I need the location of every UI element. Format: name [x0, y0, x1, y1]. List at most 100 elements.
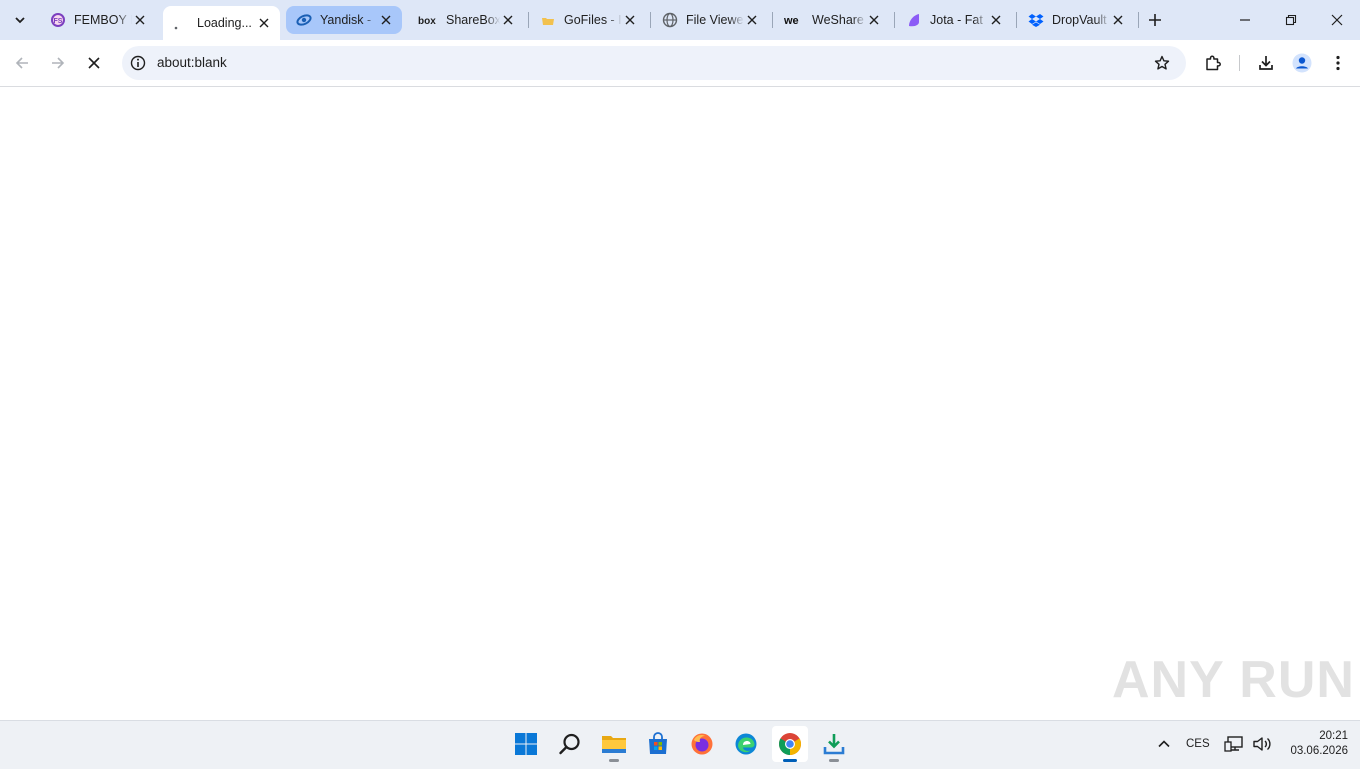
- tab-search-button[interactable]: [6, 6, 34, 34]
- downloads-icon: [823, 734, 845, 755]
- firefox-button[interactable]: [684, 726, 720, 762]
- address-bar-url[interactable]: about:blank: [157, 54, 227, 72]
- fs-icon: FS: [50, 12, 66, 28]
- profile-button[interactable]: [1288, 49, 1316, 77]
- search-icon: [559, 733, 580, 755]
- globe-icon: [662, 12, 678, 28]
- back-button[interactable]: [8, 49, 36, 77]
- tab-separator: [1138, 12, 1139, 28]
- tab-title: Yandisk -: [320, 13, 372, 27]
- show-hidden-icons-button[interactable]: [1150, 730, 1178, 758]
- store-icon: [649, 732, 667, 754]
- clock-date: 03.06.2026: [1290, 745, 1348, 757]
- chrome-icon: [779, 733, 801, 755]
- page-content[interactable]: [0, 87, 1360, 720]
- new-tab-button[interactable]: [1141, 6, 1169, 34]
- site-info-button[interactable]: [124, 49, 152, 77]
- tab-yandisk[interactable]: Yandisk -: [286, 6, 402, 34]
- running-indicator: [783, 759, 797, 762]
- chevron-down-icon: [15, 17, 25, 24]
- we-icon: we: [784, 12, 804, 28]
- download-icon: [1259, 56, 1273, 70]
- loading-dot-icon: [173, 15, 189, 31]
- volume-icon: [1253, 737, 1271, 751]
- tab-separator: [650, 12, 651, 28]
- forward-button[interactable]: [44, 49, 72, 77]
- tab-femboy[interactable]: FS FEMBOY I: [40, 6, 156, 34]
- tab-sharebox[interactable]: box ShareBox: [408, 6, 524, 34]
- tab-title: Jota - Fat: [930, 13, 983, 27]
- more-vertical-icon: [1336, 55, 1340, 71]
- store-button[interactable]: [640, 726, 676, 762]
- edge-button[interactable]: [728, 726, 764, 762]
- box-icon: box: [418, 12, 438, 28]
- close-window-button[interactable]: [1323, 6, 1351, 34]
- menu-button[interactable]: [1324, 49, 1352, 77]
- search-button[interactable]: [552, 726, 588, 762]
- minimize-icon: [1240, 19, 1250, 21]
- svg-text:FS: FS: [54, 18, 63, 25]
- tab-title: File Viewe: [686, 13, 744, 27]
- minimize-button[interactable]: [1231, 6, 1259, 34]
- close-icon[interactable]: [132, 12, 148, 28]
- jota-icon: [906, 12, 922, 28]
- avatar-icon: [1292, 53, 1312, 73]
- edge-icon: [735, 733, 757, 755]
- downloads-button[interactable]: [1252, 49, 1280, 77]
- tab-title: ShareBox: [446, 13, 500, 27]
- tab-loading[interactable]: Loading...: [163, 6, 280, 40]
- close-icon[interactable]: [256, 15, 272, 31]
- close-icon[interactable]: [744, 12, 760, 28]
- tab-jota[interactable]: Jota - Fat: [896, 6, 1012, 34]
- info-icon: [130, 55, 146, 71]
- file-explorer-button[interactable]: [596, 726, 632, 762]
- restore-icon: [1285, 14, 1297, 26]
- tab-title: GoFiles - I: [564, 13, 622, 27]
- extensions-button[interactable]: [1199, 49, 1227, 77]
- stop-loading-button[interactable]: [80, 49, 108, 77]
- tab-dropvault[interactable]: DropVault: [1018, 6, 1134, 34]
- tab-file-viewer[interactable]: File Viewe: [652, 6, 768, 34]
- restore-button[interactable]: [1277, 6, 1305, 34]
- running-indicator: [829, 759, 839, 762]
- tab-title: DropVault: [1052, 13, 1107, 27]
- address-bar[interactable]: [122, 46, 1186, 80]
- chrome-button[interactable]: [772, 726, 808, 762]
- close-icon[interactable]: [500, 12, 516, 28]
- dropbox-icon: [1028, 12, 1044, 28]
- arrow-right-icon: [52, 57, 65, 69]
- star-icon: [1154, 55, 1170, 70]
- plus-icon: [1149, 14, 1161, 26]
- tab-separator: [772, 12, 773, 28]
- puzzle-icon: [1206, 55, 1221, 71]
- close-icon[interactable]: [866, 12, 882, 28]
- start-button[interactable]: [508, 726, 544, 762]
- bookmark-button[interactable]: [1148, 49, 1176, 77]
- close-icon[interactable]: [622, 12, 638, 28]
- tab-separator: [528, 12, 529, 28]
- tab-weshare[interactable]: we WeShare: [774, 6, 890, 34]
- close-icon[interactable]: [988, 12, 1004, 28]
- tab-separator: [894, 12, 895, 28]
- file-explorer-icon: [602, 736, 626, 753]
- tab-separator: [1016, 12, 1017, 28]
- arrow-left-icon: [15, 57, 28, 69]
- close-icon[interactable]: [378, 12, 394, 28]
- downloads-app-button[interactable]: [816, 726, 852, 762]
- svg-text:we: we: [784, 15, 799, 26]
- watermark: ANY RUN: [1112, 651, 1355, 709]
- running-indicator: [609, 759, 619, 762]
- yandisk-icon: [296, 12, 312, 28]
- clock[interactable]: 20:21 03.06.2026: [1276, 729, 1348, 759]
- start-icon: [515, 733, 537, 755]
- clock-time: 20:21: [1319, 730, 1348, 742]
- close-icon: [1331, 14, 1343, 26]
- toolbar-separator: [1239, 55, 1240, 71]
- tab-title: Loading...: [197, 16, 252, 30]
- firefox-icon: [691, 733, 713, 755]
- close-icon[interactable]: [1110, 12, 1126, 28]
- tab-gofiles[interactable]: GoFiles - I: [530, 6, 646, 34]
- tab-title: WeShare: [812, 13, 864, 27]
- network-volume-tray[interactable]: [1224, 732, 1272, 756]
- language-indicator[interactable]: CES: [1186, 737, 1210, 751]
